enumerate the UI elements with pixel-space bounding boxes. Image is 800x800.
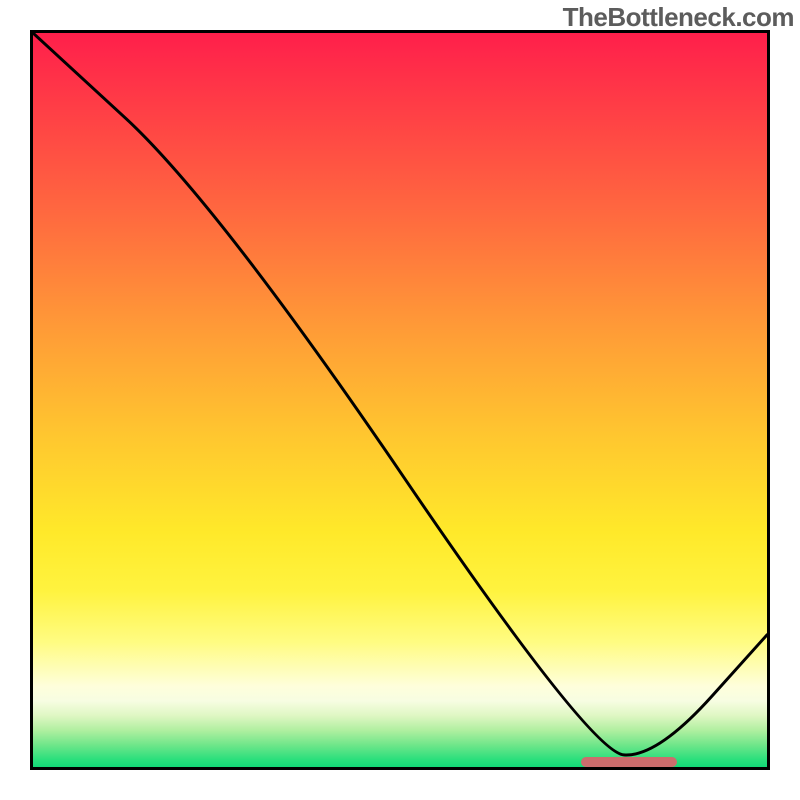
optimal-zone-marker xyxy=(581,757,677,767)
plot-area xyxy=(30,30,770,770)
bottleneck-chart: TheBottleneck.com xyxy=(0,0,800,800)
watermark-text: TheBottleneck.com xyxy=(563,2,794,33)
bottleneck-curve-path xyxy=(33,33,767,755)
curve-layer xyxy=(33,33,767,767)
